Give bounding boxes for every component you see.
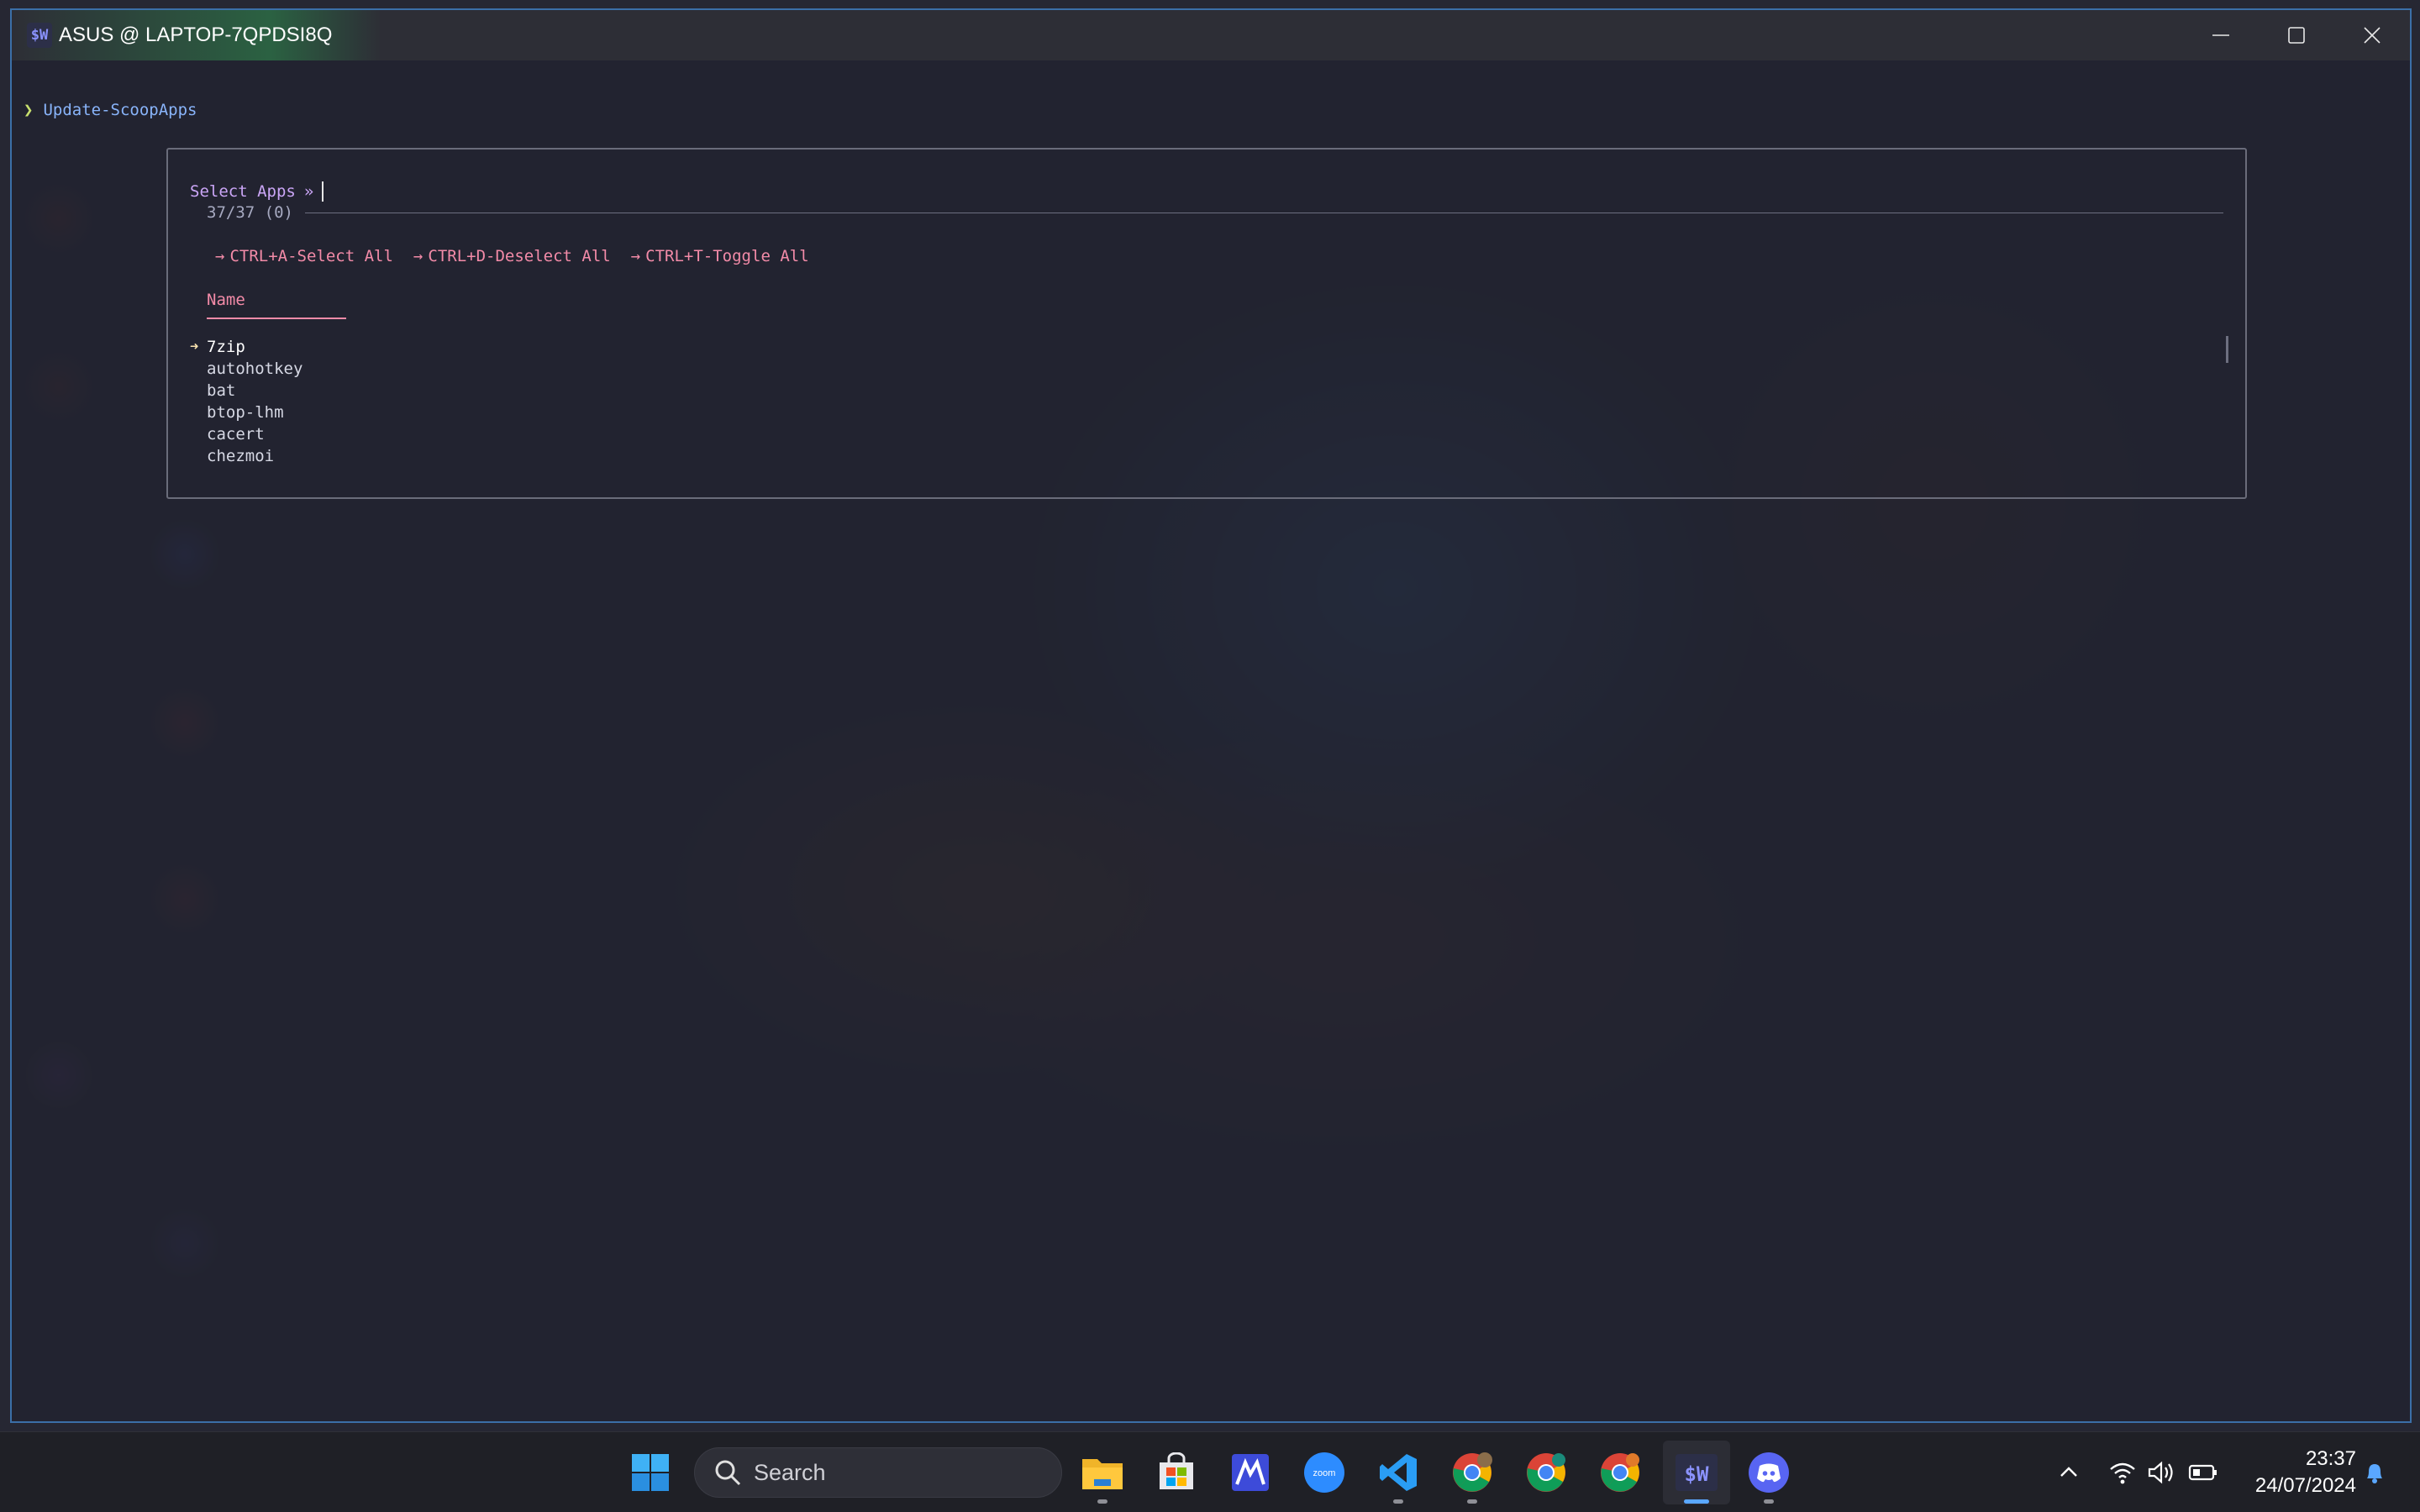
bell-icon <box>2367 1464 2382 1483</box>
taskbar-vscode[interactable] <box>1376 1451 1420 1494</box>
search-icon <box>715 1460 741 1486</box>
shortcut-label: CTRL+D-Deselect All <box>428 247 611 265</box>
terminal-content[interactable]: ❯ Update-ScoopApps Select Apps » 37/37 (… <box>12 60 2410 1421</box>
shortcut-hints: → CTRL+A-Select All → CTRL+D-Deselect Al… <box>215 247 809 265</box>
column-header-underline <box>207 318 346 319</box>
close-button[interactable] <box>2334 10 2410 60</box>
list-item-label: cacert <box>207 425 265 444</box>
taskbar-search[interactable]: Search <box>694 1447 1062 1498</box>
taskbar-chrome-2[interactable] <box>1524 1451 1568 1494</box>
selection-count: 37/37 (0) <box>207 203 293 222</box>
shortcut-deselect-all: → CTRL+D-Deselect All <box>413 247 611 265</box>
running-indicator <box>1467 1499 1477 1504</box>
selector-prompt-arrows: » <box>303 182 314 201</box>
svg-text:zoom: zoom <box>1313 1468 1336 1478</box>
volume-icon <box>2148 1461 2173 1484</box>
file-explorer-icon <box>1082 1459 1123 1489</box>
app-m-icon <box>1232 1454 1269 1491</box>
count-line: 37/37 (0) <box>207 203 2223 222</box>
taskbar: Search zoom $W 23:37 24/07/2024 <box>0 1431 2420 1512</box>
list-item[interactable]: bat <box>190 380 302 402</box>
terminal-sw-icon: $W <box>1676 1454 1718 1491</box>
chrome-profile-3-icon <box>1601 1453 1639 1492</box>
vscode-icon <box>1380 1454 1417 1491</box>
shortcut-select-all: → CTRL+A-Select All <box>215 247 393 265</box>
running-indicator-active <box>1684 1499 1709 1504</box>
chrome-profile-1-icon <box>1453 1452 1492 1492</box>
svg-text:$W: $W <box>1685 1462 1709 1486</box>
selector-label: Select Apps <box>190 182 296 201</box>
shortcut-toggle-all: → CTRL+T-Toggle All <box>631 247 809 265</box>
battery-status[interactable] <box>2181 1451 2225 1494</box>
app-list[interactable]: ➜ 7zip autohotkey bat btop-lhm cacert ch… <box>190 336 302 467</box>
shortcut-label: CTRL+T-Toggle All <box>645 247 809 265</box>
list-item-label: autohotkey <box>207 360 303 378</box>
arrow-right-icon: → <box>413 247 424 265</box>
list-item-label: 7zip <box>207 338 245 356</box>
list-item-label: chezmoi <box>207 447 275 465</box>
wifi-icon <box>2110 1462 2135 1484</box>
text-cursor[interactable] <box>322 181 324 202</box>
battery-icon <box>2188 1464 2217 1481</box>
taskbar-file-explorer[interactable] <box>1081 1451 1124 1494</box>
close-icon <box>2364 27 2381 44</box>
taskbar-chrome-1[interactable] <box>1450 1451 1494 1494</box>
minimize-button[interactable] <box>2183 10 2259 60</box>
notifications-button[interactable] <box>2353 1451 2396 1494</box>
discord-icon <box>1749 1452 1789 1493</box>
zoom-icon: zoom <box>1304 1452 1344 1493</box>
taskbar-zoom[interactable]: zoom <box>1302 1451 1346 1494</box>
taskbar-app-m[interactable] <box>1228 1451 1272 1494</box>
maximize-button[interactable] <box>2259 10 2334 60</box>
title-bar[interactable]: $W ASUS @ LAPTOP-7QPDSI8Q <box>12 10 2410 60</box>
window-title: ASUS @ LAPTOP-7QPDSI8Q <box>59 24 333 46</box>
taskbar-discord[interactable] <box>1747 1451 1791 1494</box>
maximize-icon <box>2288 27 2305 44</box>
terminal-app-icon: $W <box>27 23 52 48</box>
selector-header[interactable]: Select Apps » <box>190 181 324 202</box>
minimize-icon <box>2212 34 2229 36</box>
running-indicator <box>1393 1499 1403 1504</box>
show-hidden-icons-button[interactable] <box>2047 1451 2091 1494</box>
clock-date: 24/07/2024 <box>2254 1474 2356 1497</box>
windows-start-icon <box>632 1454 669 1491</box>
app-selector-panel[interactable]: Select Apps » 37/37 (0) → CTRL+A-Select … <box>166 148 2247 499</box>
arrow-right-icon: → <box>215 247 225 265</box>
volume-status[interactable] <box>2139 1451 2183 1494</box>
arrow-right-icon: → <box>630 247 641 265</box>
microsoft-store-icon <box>1160 1452 1193 1489</box>
cursor-arrow-icon: ➜ <box>190 339 199 355</box>
taskbar-chrome-3[interactable] <box>1598 1451 1642 1494</box>
clock-time: 23:37 <box>2305 1447 2356 1470</box>
list-item[interactable]: chezmoi <box>190 445 302 467</box>
chevron-up-icon <box>2060 1467 2077 1477</box>
list-item-label: bat <box>207 381 236 400</box>
running-indicator <box>1097 1499 1107 1504</box>
wifi-status[interactable] <box>2101 1451 2144 1494</box>
start-button[interactable] <box>629 1451 672 1494</box>
taskbar-clock[interactable]: 23:37 24/07/2024 <box>2255 1446 2356 1499</box>
list-item[interactable]: ➜ 7zip <box>190 336 302 358</box>
running-indicator <box>1764 1499 1774 1504</box>
search-placeholder: Search <box>754 1459 826 1485</box>
taskbar-terminal-sw[interactable]: $W <box>1675 1451 1718 1494</box>
prompt-line: ❯ Update-ScoopApps <box>24 101 197 119</box>
list-item[interactable]: btop-lhm <box>190 402 302 423</box>
terminal-window[interactable]: $W ASUS @ LAPTOP-7QPDSI8Q ❯ Update-Scoop… <box>10 8 2412 1423</box>
list-item[interactable]: cacert <box>190 423 302 445</box>
taskbar-microsoft-store[interactable] <box>1155 1451 1198 1494</box>
shortcut-label: CTRL+A-Select All <box>229 247 393 265</box>
chrome-profile-2-icon <box>1527 1453 1565 1492</box>
column-header-name[interactable]: Name <box>207 291 245 309</box>
list-item-label: btop-lhm <box>207 403 284 422</box>
prompt-command: Update-ScoopApps <box>43 101 197 119</box>
prompt-symbol: ❯ <box>24 101 34 119</box>
list-item[interactable]: autohotkey <box>190 358 302 380</box>
list-scrollbar[interactable] <box>2226 336 2228 363</box>
